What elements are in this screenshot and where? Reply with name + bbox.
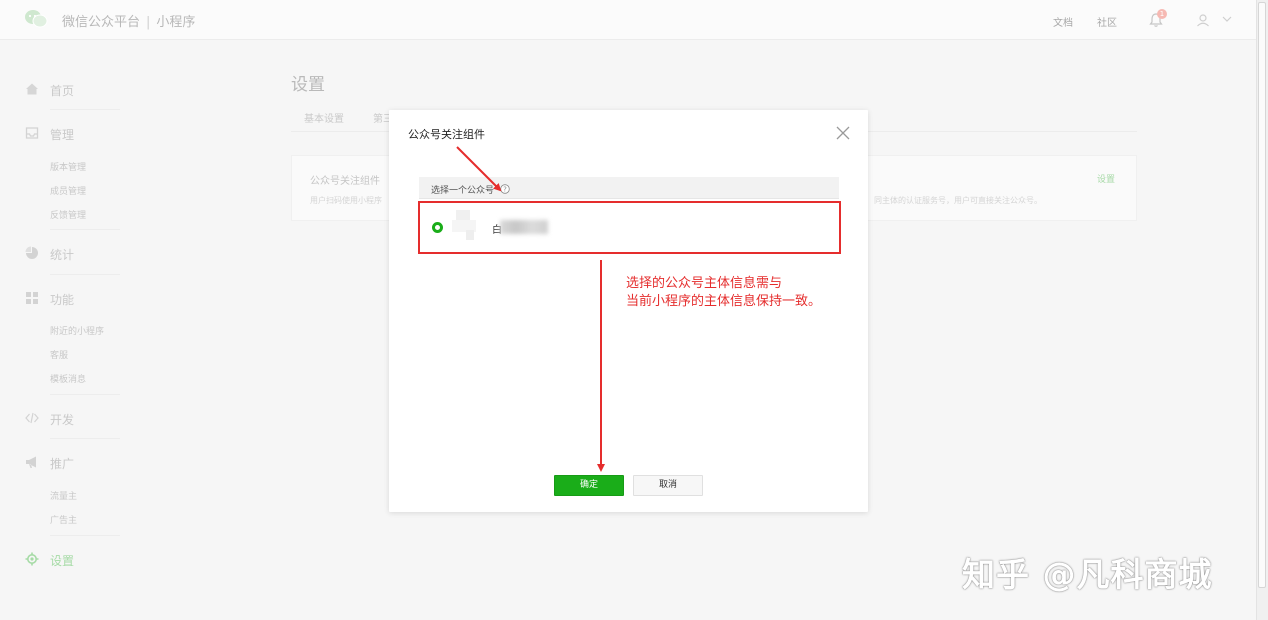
community-link[interactable]: 社区: [1097, 14, 1117, 29]
close-icon[interactable]: [836, 126, 850, 140]
wechat-logo-icon: [25, 10, 48, 28]
sidebar-item-templates[interactable]: 模板消息: [50, 372, 86, 385]
code-icon: [25, 412, 39, 424]
megaphone-icon: [26, 456, 36, 468]
sidebar-item-versions[interactable]: 版本管理: [50, 160, 86, 173]
sidebar-item-features[interactable]: 功能: [50, 291, 74, 308]
card-description-tail: 同主体的认证服务号，用户可直接关注公众号。: [874, 196, 1042, 205]
account-name-redacted: [500, 220, 548, 234]
confirm-button[interactable]: 确定: [554, 475, 624, 496]
pie-chart-icon: [25, 246, 38, 259]
account-row[interactable]: [419, 200, 839, 253]
tab-basic-settings[interactable]: 基本设置: [304, 110, 344, 125]
page-title: 设置: [291, 75, 325, 95]
brand-name: 微信公众平台: [62, 15, 141, 30]
divider: [50, 109, 120, 110]
product-name: 小程序: [156, 15, 196, 30]
inbox-icon: [25, 127, 39, 139]
sidebar-item-advertiser[interactable]: 广告主: [50, 513, 77, 526]
card-settings-link[interactable]: 设置: [1097, 172, 1115, 185]
sidebar-item-promo[interactable]: 推广: [50, 455, 74, 472]
divider: [50, 274, 120, 275]
dialog-title: 公众号关注组件: [408, 128, 485, 141]
annotation-line-1: 选择的公众号主体信息需与: [626, 276, 783, 291]
gear-icon: [25, 552, 39, 566]
sidebar-item-members[interactable]: 成员管理: [50, 184, 86, 197]
sidebar-item-stats[interactable]: 统计: [50, 246, 74, 263]
notification-badge: 1: [1157, 9, 1167, 19]
account-radio-selected[interactable]: [432, 222, 443, 233]
zhihu-watermark: 知乎 @凡科商城: [962, 555, 1213, 594]
cancel-button[interactable]: 取消: [633, 475, 703, 496]
card-title: 公众号关注组件: [310, 176, 380, 187]
sidebar-item-home[interactable]: 首页: [50, 82, 74, 99]
docs-link[interactable]: 文档: [1053, 14, 1073, 29]
sidebar-item-feedback[interactable]: 反馈管理: [50, 208, 86, 221]
scrollbar-thumb[interactable]: [1258, 2, 1266, 588]
grid-icon: [26, 292, 38, 304]
sidebar-item-service[interactable]: 客服: [50, 348, 68, 361]
sidebar-item-nearby[interactable]: 附近的小程序: [50, 324, 104, 337]
help-icon[interactable]: ?: [500, 184, 510, 194]
annotation-note: 选择的公众号主体信息需与 当前小程序的主体信息保持一致。: [626, 275, 821, 311]
home-icon: [26, 83, 38, 95]
account-avatar: [452, 210, 476, 240]
brand-title[interactable]: 微信公众平台 | 小程序: [62, 11, 195, 30]
sidebar-item-dev[interactable]: 开发: [50, 411, 74, 428]
divider: [50, 394, 120, 395]
account-list-header-label: 选择一个公众号: [431, 186, 495, 196]
sidebar-item-settings[interactable]: 设置: [50, 552, 74, 569]
svg-text:?: ?: [503, 186, 507, 194]
divider: [50, 229, 120, 230]
user-avatar-icon[interactable]: [1196, 13, 1210, 27]
follow-component-dialog: [389, 110, 868, 512]
top-bar: 微信公众平台 | 小程序 文档 社区 1: [0, 0, 1256, 40]
divider: [50, 438, 120, 439]
divider: [50, 535, 120, 536]
sidebar: 首页 管理 版本管理 成员管理 反馈管理 统计 功能 附近的小程序 客服 模板消…: [0, 41, 170, 620]
card-description: 用户扫码使用小程序: [310, 196, 382, 205]
annotation-line-2: 当前小程序的主体信息保持一致。: [626, 294, 822, 309]
sidebar-item-traffic[interactable]: 流量主: [50, 489, 77, 502]
chevron-down-icon[interactable]: [1222, 15, 1232, 23]
sidebar-item-manage[interactable]: 管理: [50, 126, 74, 143]
